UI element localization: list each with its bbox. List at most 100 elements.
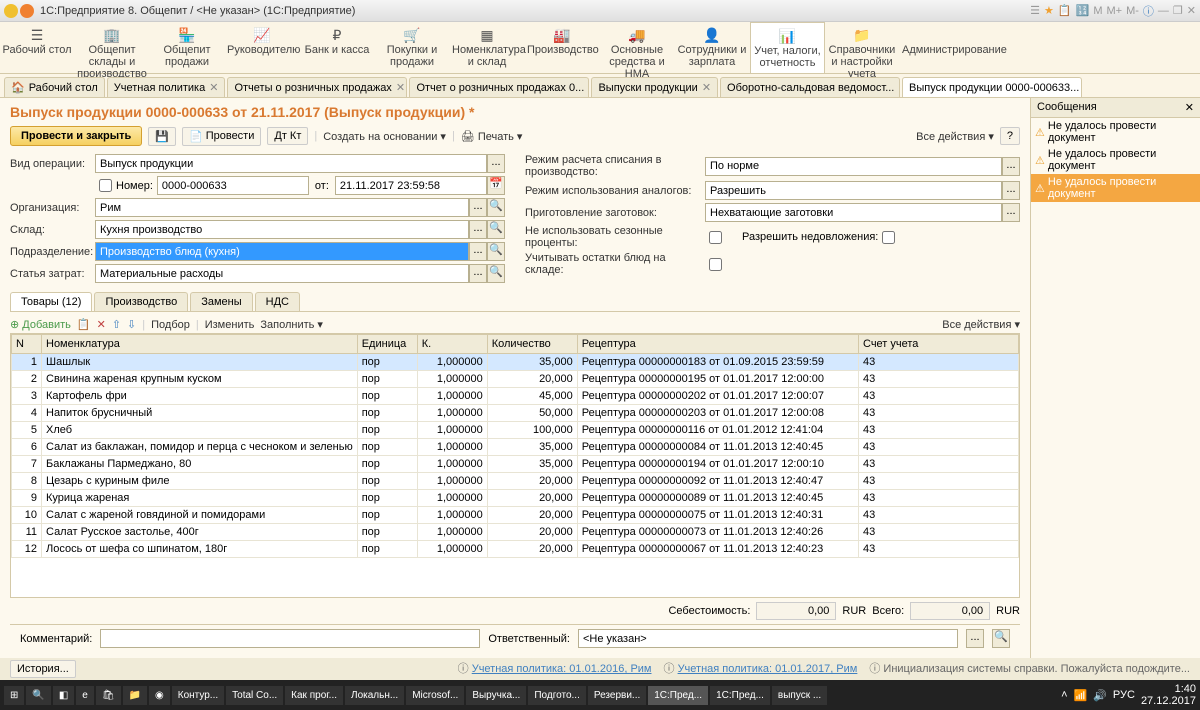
col-account[interactable]: Счет учета (859, 335, 1019, 354)
comment-input[interactable] (100, 629, 480, 648)
selection-button[interactable]: Подбор (151, 319, 190, 331)
tray-clock[interactable]: 1:4027.12.2017 (1141, 683, 1196, 707)
print-button[interactable]: 🖨 Печать ▾ (461, 130, 523, 143)
taskbar-app[interactable]: Выручка... (466, 686, 526, 705)
taskbar-app[interactable]: Microsof... (406, 686, 464, 705)
table-row[interactable]: 6Салат из баклажан, помидор и перца с че… (12, 439, 1019, 456)
status-link[interactable]: Учетная политика: 01.01.2017, Рим (678, 663, 858, 675)
m-minus-icon[interactable]: M- (1126, 5, 1139, 17)
tab-balance[interactable]: Оборотно-сальдовая ведомост...✕ (720, 77, 900, 97)
move-down-icon[interactable]: ⇩ (127, 318, 136, 331)
table-row[interactable]: 8Цезарь с куриным филепор1,00000020,000Р… (12, 473, 1019, 490)
copy-button[interactable]: 📋 (77, 318, 91, 331)
select-icon[interactable]: ... (966, 629, 984, 648)
tray-lang[interactable]: РУС (1113, 689, 1135, 701)
taskbar-app[interactable]: Total Co... (226, 686, 283, 705)
col-qty[interactable]: Количество (487, 335, 577, 354)
tab-retail-reports[interactable]: Отчеты о розничных продажах✕ (227, 77, 407, 97)
table-row[interactable]: 12Лосось от шефа со шпинатом, 180гпор1,0… (12, 541, 1019, 558)
select-icon[interactable]: ... (469, 242, 487, 261)
taskbar-app[interactable]: Резерви... (588, 686, 646, 705)
task-view-button[interactable]: ◧ (53, 686, 74, 705)
all-actions-button[interactable]: Все действия ▾ (916, 130, 994, 143)
search-icon[interactable]: 🔍 (487, 264, 505, 283)
table-row[interactable]: 2Свинина жареная крупным кускомпор1,0000… (12, 371, 1019, 388)
change-button[interactable]: Изменить (205, 319, 255, 331)
close-icon[interactable]: ✕ (702, 81, 711, 94)
tab-vat[interactable]: НДС (255, 292, 300, 311)
message-item[interactable]: ⚠Не удалось провести документ (1031, 118, 1200, 146)
tab-policy[interactable]: Учетная политика✕ (107, 77, 226, 97)
menu-production[interactable]: 🏭Производство (525, 22, 600, 73)
menu-warehouses[interactable]: 🏢Общепит склады и производство (75, 22, 150, 73)
m-plus-icon[interactable]: M+ (1106, 5, 1122, 17)
remains-checkbox[interactable] (709, 258, 722, 271)
calc-mode-input[interactable] (705, 157, 1002, 176)
prep-input[interactable] (705, 203, 1002, 222)
start-button[interactable]: ⊞ (4, 686, 24, 705)
date-input[interactable] (335, 176, 487, 195)
menu-bank[interactable]: ₽Банк и касса (300, 22, 375, 73)
col-unit[interactable]: Единица (357, 335, 417, 354)
m-icon[interactable]: M (1093, 5, 1102, 17)
close-icon[interactable]: ✕ (898, 81, 900, 94)
analog-mode-input[interactable] (705, 181, 1002, 200)
search-button[interactable]: 🔍 (26, 686, 50, 705)
tab-goods[interactable]: Товары (12) (10, 292, 92, 311)
goods-grid[interactable]: N Номенклатура Единица К. Количество Рец… (10, 333, 1020, 598)
taskbar-app[interactable]: Локальн... (345, 686, 404, 705)
search-icon[interactable]: 🔍 (487, 220, 505, 239)
create-based-button[interactable]: Создать на основании ▾ (323, 130, 446, 143)
taskbar-app[interactable]: Подгото... (528, 686, 586, 705)
warehouse-input[interactable] (95, 220, 469, 239)
dropdown-icon[interactable]: ... (1002, 181, 1020, 200)
table-row[interactable]: 11Салат Русское застолье, 400гпор1,00000… (12, 524, 1019, 541)
menu-desktop[interactable]: ☰Рабочий стол (0, 22, 75, 73)
maximize-icon[interactable]: ❐ (1173, 4, 1183, 17)
seasonal-checkbox[interactable] (709, 231, 722, 244)
search-icon[interactable]: 🔍 (992, 629, 1010, 648)
tray-network-icon[interactable]: 📶 (1074, 689, 1088, 702)
all-actions-button[interactable]: Все действия ▾ (942, 319, 1020, 331)
col-recipe[interactable]: Рецептура (577, 335, 858, 354)
taskbar-app[interactable]: Контур... (172, 686, 224, 705)
shortage-checkbox[interactable] (882, 231, 895, 244)
menu-sales[interactable]: 🏪Общепит продажи (150, 22, 225, 73)
tab-retail-report[interactable]: Отчет о розничных продажах 0...✕ (409, 77, 589, 97)
toolbar-icon[interactable]: ☰ (1030, 4, 1040, 17)
tab-desktop[interactable]: 🏠Рабочий стол (4, 77, 105, 97)
post-button[interactable]: 📄 Провести (182, 127, 261, 146)
menu-nomenclature[interactable]: ▦Номенклатура и склад (450, 22, 525, 73)
close-icon[interactable]: ✕ (588, 81, 589, 94)
fill-button[interactable]: Заполнить ▾ (260, 318, 323, 331)
info-icon[interactable]: ⓘ (1143, 3, 1154, 19)
dropdown-icon[interactable]: ... (487, 154, 505, 173)
explorer-button[interactable]: 📁 (123, 686, 147, 705)
add-button[interactable]: ⊕ Добавить (10, 318, 71, 331)
dropdown-icon[interactable]: ... (1002, 157, 1020, 176)
col-nomenclature[interactable]: Номенклатура (42, 335, 358, 354)
col-coef[interactable]: К. (417, 335, 487, 354)
menu-assets[interactable]: 🚚Основные средства и НМА (600, 22, 675, 73)
minimize-icon[interactable]: — (1158, 5, 1169, 17)
table-row[interactable]: 5Хлебпор1,000000100,000Рецептура 0000000… (12, 422, 1019, 439)
tray-volume-icon[interactable]: 🔊 (1093, 689, 1107, 702)
taskbar-app[interactable]: Как прог... (285, 686, 343, 705)
menu-settings[interactable]: 📁Справочники и настройки учета (825, 22, 900, 73)
status-link[interactable]: Учетная политика: 01.01.2016, Рим (472, 663, 652, 675)
table-row[interactable]: 9Курица жаренаяпор1,00000020,000Рецептур… (12, 490, 1019, 507)
tray-chevron-icon[interactable]: ˄ (1061, 689, 1067, 701)
message-item[interactable]: ⚠Не удалось провести документ (1031, 174, 1200, 202)
select-icon[interactable]: ... (469, 198, 487, 217)
organization-input[interactable] (95, 198, 469, 217)
close-icon[interactable]: ✕ (1185, 101, 1194, 114)
tab-releases[interactable]: Выпуски продукции✕ (591, 77, 718, 97)
responsible-input[interactable] (578, 629, 958, 648)
col-n[interactable]: N (12, 335, 42, 354)
close-icon[interactable]: ✕ (209, 81, 218, 94)
toolbar-icon[interactable]: 📋 (1058, 4, 1072, 17)
table-row[interactable]: 10Салат с жареной говядиной и помидорами… (12, 507, 1019, 524)
post-close-button[interactable]: Провести и закрыть (10, 126, 142, 146)
dropdown-icon[interactable]: ... (1002, 203, 1020, 222)
chrome-button[interactable]: ◉ (149, 686, 170, 705)
